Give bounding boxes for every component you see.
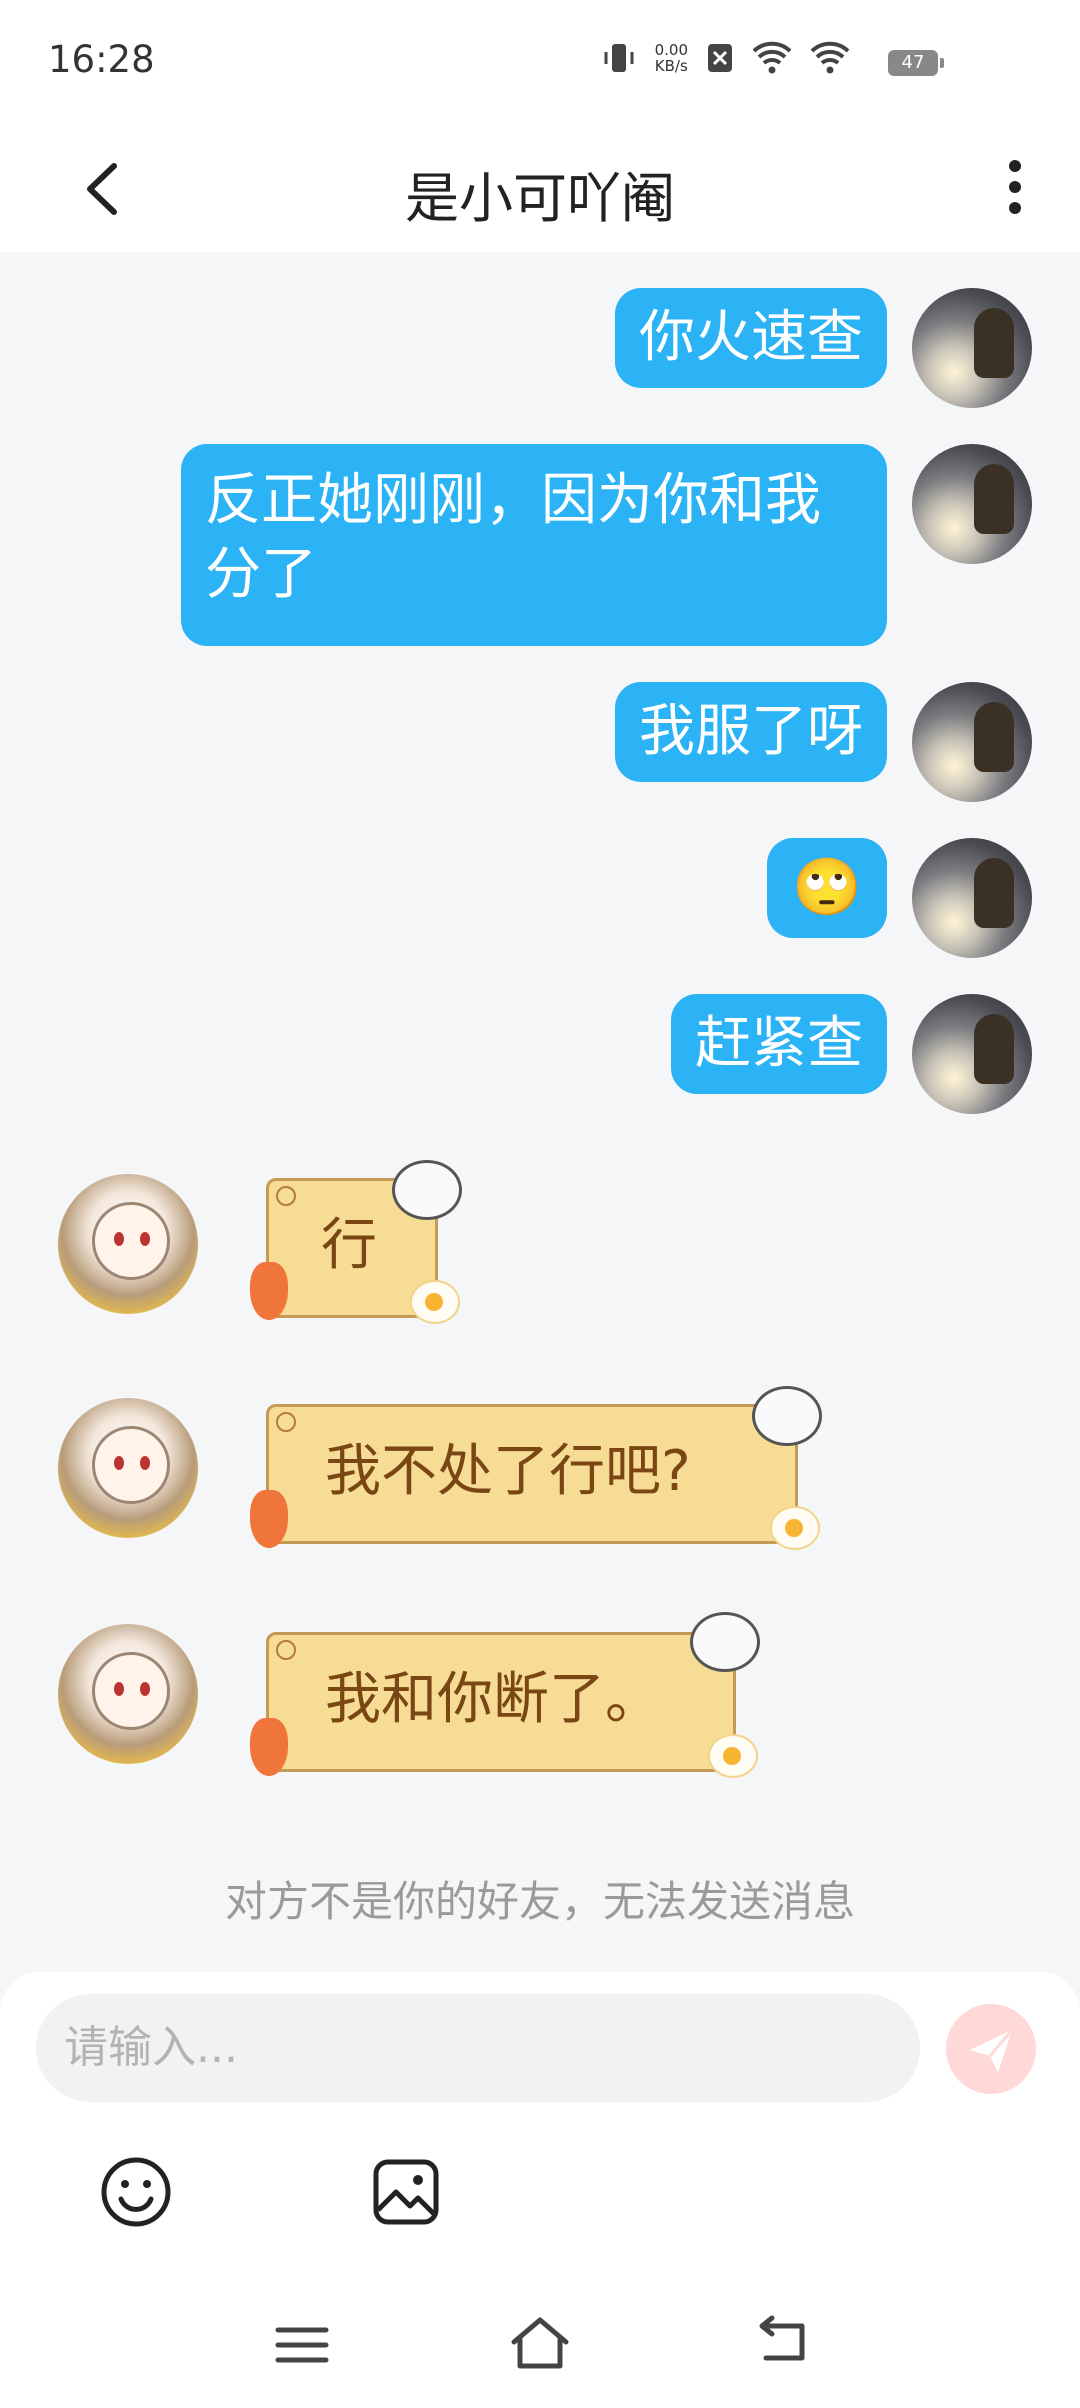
chat-title: 是小可吖阉 — [405, 167, 675, 230]
vibrate-icon — [604, 44, 634, 72]
avatar-self[interactable] — [912, 288, 1032, 408]
cat-decoration — [752, 1386, 822, 1446]
bubble-pin-decoration — [276, 1640, 296, 1660]
avatar-other[interactable] — [58, 1624, 198, 1764]
message-bubble-outgoing[interactable]: 赶紧查 — [671, 994, 887, 1094]
message-list[interactable]: 你火速查 反正她刚刚，因为你和我分了 我服了呀 🙄 赶紧查 行 我不处了行吧? … — [0, 252, 1080, 1972]
cat-decoration — [392, 1160, 462, 1220]
message-bubble-outgoing-emoji[interactable]: 🙄 — [767, 838, 887, 938]
carrot-decoration — [250, 1262, 288, 1320]
battery-indicator: 47 — [888, 50, 944, 76]
emoji-icon[interactable] — [96, 2152, 176, 2232]
no-sim-icon — [708, 44, 732, 72]
egg-decoration — [410, 1280, 460, 1324]
wifi-icon — [752, 41, 792, 74]
menu-icon[interactable] — [270, 2320, 334, 2370]
image-icon[interactable] — [366, 2152, 446, 2232]
home-icon[interactable] — [506, 2312, 574, 2372]
send-icon — [970, 2029, 1014, 2072]
system-nav-bar — [0, 2272, 1080, 2408]
avatar-self[interactable] — [912, 444, 1032, 564]
avatar-other[interactable] — [58, 1174, 198, 1314]
message-bubble-incoming[interactable]: 我不处了行吧? — [266, 1404, 798, 1544]
carrot-decoration — [250, 1490, 288, 1548]
wifi-icon-2 — [810, 41, 850, 74]
carrot-decoration — [250, 1718, 288, 1776]
avatar-self[interactable] — [912, 994, 1032, 1114]
back-icon[interactable] — [750, 2314, 814, 2370]
not-friend-notice: 对方不是你的好友，无法发送消息 — [224, 1877, 855, 1926]
avatar-self[interactable] — [912, 838, 1032, 958]
avatar-other[interactable] — [58, 1398, 198, 1538]
message-input[interactable]: 请输入... — [36, 1994, 920, 2102]
bubble-pin-decoration — [276, 1186, 296, 1206]
message-bubble-incoming[interactable]: 我和你断了。 — [266, 1632, 736, 1772]
status-bar: 16:28 0.00 KB/s 47 — [0, 0, 1080, 124]
egg-decoration — [770, 1506, 820, 1550]
more-vertical-icon[interactable] — [990, 152, 1040, 222]
status-time: 16:28 — [48, 38, 155, 81]
message-bubble-outgoing[interactable]: 我服了呀 — [615, 682, 887, 782]
cat-decoration — [690, 1612, 760, 1672]
avatar-self[interactable] — [912, 682, 1032, 802]
status-icons: 0.00 KB/s — [601, 40, 850, 76]
input-bar: 请输入... — [0, 1972, 1080, 2272]
egg-decoration — [708, 1734, 758, 1778]
chat-header: 是小可吖阉 — [0, 124, 1080, 252]
net-speed: 0.00 KB/s — [654, 41, 688, 75]
message-bubble-outgoing[interactable]: 你火速查 — [615, 288, 887, 388]
message-bubble-outgoing[interactable]: 反正她刚刚，因为你和我分了 — [181, 444, 887, 646]
send-button[interactable] — [946, 2004, 1036, 2094]
bubble-pin-decoration — [276, 1412, 296, 1432]
